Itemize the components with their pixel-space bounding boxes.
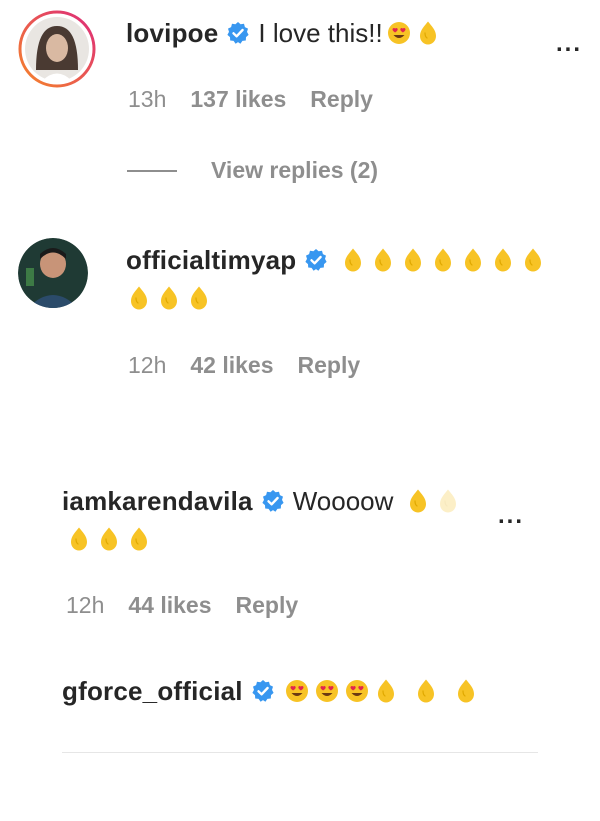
smiling-face-with-heart-eyes-icon (285, 679, 309, 703)
replies-divider (127, 169, 177, 172)
raised-hand-icon (415, 678, 437, 704)
username[interactable]: lovipoe (126, 16, 218, 50)
comment-text: Woooow (292, 486, 394, 516)
username[interactable]: officialtimyap (126, 243, 296, 277)
emoji-row (342, 247, 552, 273)
raised-hand-icon (98, 526, 120, 552)
more-options-button[interactable]: ... (556, 30, 582, 58)
raised-hand-icon (342, 247, 364, 273)
raised-hand-icon (432, 247, 454, 273)
raised-hand-icon (188, 285, 210, 311)
raised-hand-icon (128, 285, 150, 311)
raised-hand-icon (437, 488, 459, 514)
smiling-face-with-heart-eyes-icon (387, 21, 411, 45)
username[interactable]: iamkarendavila (62, 484, 253, 518)
comment-time: 12h (66, 592, 105, 618)
likes-count[interactable]: 42 likes (190, 352, 273, 379)
raised-hand-icon (417, 20, 439, 46)
raised-hand-icon (375, 678, 397, 704)
emoji-row-continued (68, 526, 158, 552)
comment-time: 13h (128, 86, 167, 112)
smiling-face-with-heart-eyes-icon (345, 679, 369, 703)
comment-text: I love this!! (258, 18, 383, 48)
likes-count[interactable]: 44 likes (128, 592, 211, 619)
raised-hand-icon (372, 247, 394, 273)
raised-hand-icon (68, 526, 90, 552)
reply-button[interactable]: Reply (310, 86, 373, 113)
more-options-button[interactable]: ... (498, 502, 524, 530)
reply-button[interactable]: Reply (298, 352, 361, 379)
raised-hand-icon (462, 247, 484, 273)
emoji-row-continued (128, 285, 218, 311)
likes-count[interactable]: 137 likes (190, 86, 286, 113)
comments-divider (62, 752, 538, 753)
avatar-officialtimyap[interactable] (18, 238, 88, 308)
reply-button[interactable]: Reply (236, 592, 299, 619)
raised-hand-icon (158, 285, 180, 311)
view-replies-button[interactable]: View replies (2) (127, 157, 378, 184)
verified-icon (251, 679, 275, 703)
raised-hand-icon (407, 488, 429, 514)
raised-hand-icon (522, 247, 544, 273)
smiling-face-with-heart-eyes-icon (315, 679, 339, 703)
raised-hand-icon (128, 526, 150, 552)
avatar-lovipoe[interactable] (18, 10, 96, 88)
comment-time: 12h (128, 352, 167, 378)
verified-icon (304, 248, 328, 272)
raised-hand-icon (492, 247, 514, 273)
view-replies-label: View replies (2) (211, 157, 379, 183)
raised-hand-icon (455, 678, 477, 704)
verified-icon (261, 489, 285, 513)
raised-hand-icon (402, 247, 424, 273)
verified-icon (226, 21, 250, 45)
username[interactable]: gforce_official (62, 674, 243, 708)
